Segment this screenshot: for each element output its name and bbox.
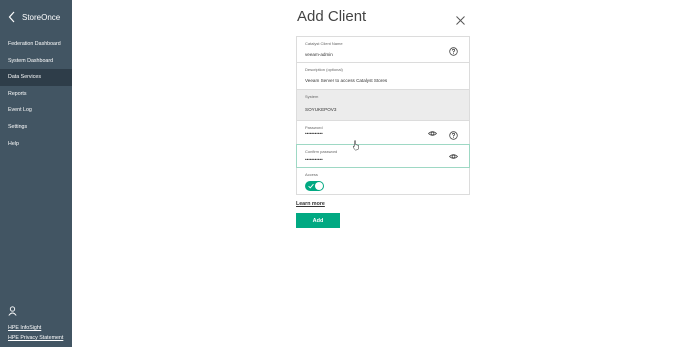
user-icon[interactable] (8, 306, 17, 316)
add-client-form: Catalyst Client Name veeam-admin Descrip… (296, 36, 470, 195)
hpe-infosight-link[interactable]: HPE InfoSight (8, 325, 41, 331)
system-value: SOYUKEPOV3 (305, 107, 337, 112)
add-button[interactable]: Add (296, 213, 340, 228)
help-icon[interactable] (449, 47, 458, 56)
sidebar-item-system-dashboard[interactable]: System Dashboard (0, 53, 72, 70)
confirm-password-field[interactable]: Confirm password ••••••••••• (296, 144, 470, 168)
sidebar: StoreOnce Federation Dashboard System Da… (0, 0, 72, 347)
sidebar-item-federation-dashboard[interactable]: Federation Dashboard (0, 36, 72, 53)
sidebar-item-help[interactable]: Help (0, 136, 72, 153)
eye-icon[interactable] (428, 129, 437, 138)
sidebar-item-data-services[interactable]: Data Services (0, 69, 72, 86)
system-label: System (305, 94, 319, 99)
sidebar-item-event-log[interactable]: Event Log (0, 102, 72, 119)
hpe-privacy-statement-link[interactable]: HPE Privacy Statement (8, 335, 63, 341)
password-label: Password (305, 125, 323, 130)
description-input[interactable]: Veeam Server to access Catalyst Stores (305, 78, 387, 83)
dialog-title: Add Client (297, 8, 367, 25)
confirm-password-label: Confirm password (305, 149, 338, 154)
brand[interactable]: StoreOnce (8, 11, 60, 23)
client-name-field[interactable]: Catalyst Client Name veeam-admin (297, 37, 469, 63)
confirm-password-input[interactable]: ••••••••••• (305, 157, 323, 162)
access-field: Access (297, 168, 469, 194)
toggle-knob (315, 182, 323, 190)
sidebar-nav: Federation Dashboard System Dashboard Da… (0, 36, 72, 152)
learn-more-link[interactable]: Learn more (296, 201, 325, 207)
description-field[interactable]: Description (optional) Veeam Server to a… (297, 63, 469, 90)
sidebar-item-reports[interactable]: Reports (0, 86, 72, 103)
client-name-input[interactable]: veeam-admin (305, 52, 333, 57)
password-input[interactable]: ••••••••••• (305, 131, 323, 136)
client-name-label: Catalyst Client Name (305, 41, 343, 46)
sidebar-item-settings[interactable]: Settings (0, 119, 72, 136)
close-icon[interactable] (455, 15, 466, 26)
password-field[interactable]: Password ••••••••••• (297, 121, 469, 145)
checkmark-icon (308, 183, 314, 189)
system-field: System SOYUKEPOV3 (297, 90, 469, 121)
description-label: Description (optional) (305, 67, 343, 72)
chevron-left-icon[interactable] (8, 11, 16, 23)
access-toggle[interactable] (305, 181, 324, 191)
mouse-pointer-icon (352, 140, 359, 151)
eye-icon[interactable] (449, 152, 458, 161)
access-label: Access (305, 172, 318, 177)
help-icon[interactable] (449, 131, 458, 140)
brand-name: StoreOnce (22, 12, 61, 22)
